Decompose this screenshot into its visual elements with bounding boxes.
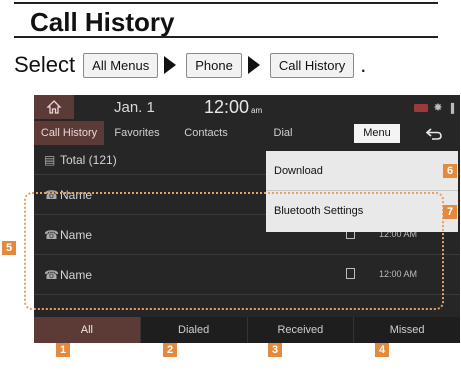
phone-type-icon [346, 268, 355, 279]
callout-7: 7 [443, 205, 457, 219]
home-icon [46, 100, 62, 114]
callout-3: 3 [268, 343, 282, 357]
callout-2: 2 [163, 343, 177, 357]
menu-item-bluetooth-settings[interactable]: Bluetooth Settings [266, 191, 458, 231]
call-name: Name [60, 268, 93, 282]
step-arrow-icon [164, 56, 177, 74]
menu-item-download[interactable]: Download [266, 151, 458, 191]
call-name: Name [60, 188, 93, 202]
callout-1: 1 [56, 343, 70, 357]
status-time: 12:00 am [204, 97, 262, 118]
total-label: Total (121) [60, 153, 117, 167]
menu-button[interactable]: Menu [354, 124, 400, 143]
phone-chip: Phone [186, 52, 242, 78]
back-icon [426, 127, 442, 140]
bluetooth-icon: ✸ [433, 102, 443, 114]
battery-icon [414, 103, 429, 112]
page-title: Call History [30, 7, 175, 37]
instruction-select-word: Select [14, 52, 76, 77]
step-arrow-icon [247, 56, 260, 74]
status-ampm: am [251, 106, 263, 115]
status-date: Jan. 1 [114, 99, 155, 116]
all-menus-chip: All Menus [83, 52, 159, 78]
status-icons: ✸ ▐ [414, 101, 454, 114]
head-unit-screen: Jan. 1 12:00 am ✸ ▐ Call History Favorite… [34, 95, 460, 343]
filter-missed[interactable]: Missed [354, 317, 460, 343]
tab-call-history[interactable]: Call History [34, 121, 104, 145]
status-time-value: 12:00 [204, 97, 250, 117]
call-type-icon: ☎ [44, 228, 59, 242]
call-history-chip: Call History [269, 52, 355, 78]
filter-all[interactable]: All [34, 317, 141, 343]
tab-dial[interactable]: Dial [242, 121, 324, 145]
menu-dropdown: Download Bluetooth Settings [266, 151, 458, 232]
callout-4: 4 [375, 343, 389, 357]
filter-dialed[interactable]: Dialed [141, 317, 248, 343]
tab-favorites[interactable]: Favorites [104, 121, 170, 145]
title-bar: Call History [14, 2, 438, 38]
call-type-icon: ☎ [44, 188, 59, 202]
callout-5: 5 [2, 241, 16, 255]
call-time: 12:00 AM [379, 269, 418, 279]
callout-6: 6 [443, 164, 457, 178]
call-filter-bar: All Dialed Received Missed [34, 317, 460, 343]
instruction-line: Select All Menus Phone Call History . [14, 50, 366, 80]
list-icon: ▤ [44, 153, 56, 167]
filter-received[interactable]: Received [248, 317, 355, 343]
call-row[interactable]: ☎ Name 12:00 AM [34, 255, 460, 295]
status-bar: Jan. 1 12:00 am ✸ ▐ [34, 95, 460, 119]
instruction-end: . [360, 52, 367, 77]
tab-contacts[interactable]: Contacts [170, 121, 242, 145]
phone-tabs: Call History Favorites Contacts Dial Men… [34, 121, 460, 145]
call-name: Name [60, 228, 93, 242]
call-type-icon: ☎ [44, 268, 59, 282]
back-button[interactable] [416, 124, 452, 143]
home-button[interactable] [34, 95, 74, 119]
signal-icon: ▐ [447, 102, 454, 113]
